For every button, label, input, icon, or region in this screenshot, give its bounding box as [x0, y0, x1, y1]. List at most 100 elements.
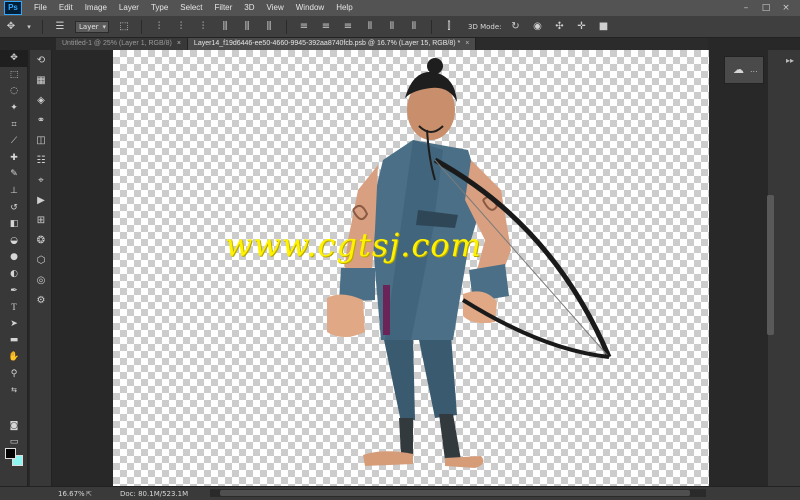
- 3d-scale-icon[interactable]: ■: [596, 20, 612, 34]
- align-bottom-icon[interactable]: ⫶: [195, 20, 211, 34]
- clone-stamp-tool-icon[interactable]: ⊥: [0, 183, 28, 200]
- distribute-center-icon[interactable]: ⦀: [384, 20, 400, 34]
- character-illustration: [327, 58, 612, 468]
- 3d-roll-icon[interactable]: ◉: [530, 20, 546, 34]
- shape-tool-icon[interactable]: ▬: [0, 332, 28, 349]
- distribute-bottom-icon[interactable]: ≡: [340, 20, 356, 34]
- distribute-top-icon[interactable]: ≡: [296, 20, 312, 34]
- 3d-mode-label: 3D Mode:: [468, 22, 502, 31]
- dodge-tool-icon[interactable]: ◐: [0, 266, 28, 283]
- creative-cloud-panel[interactable]: ☁ ...: [724, 56, 764, 84]
- minimize-button[interactable]: –: [740, 2, 752, 14]
- document-tabs: Untitled-1 @ 25% (Layer 1, RGB/8) × Layer…: [56, 38, 708, 50]
- pen-tool-icon[interactable]: ✒: [0, 282, 28, 299]
- 3d-rotate-icon[interactable]: ↻: [508, 20, 524, 34]
- menu-file[interactable]: File: [28, 0, 53, 16]
- actions-panel-icon[interactable]: ▶: [30, 190, 52, 210]
- tab-close-icon[interactable]: ×: [465, 40, 469, 47]
- align-top-icon[interactable]: ⫶: [151, 20, 167, 34]
- color-swatches[interactable]: [5, 448, 25, 468]
- properties-panel-icon[interactable]: ☷: [30, 150, 52, 170]
- tools-panel: ✥ ⬚ ◌ ✦ ⌗ ⟋ ✚ ✎ ⊥ ↺ ◧ ◒ ● ◐ ✒ T ➤ ▬ ✋ ⚲ …: [0, 50, 28, 486]
- crop-tool-icon[interactable]: ⌗: [0, 116, 28, 133]
- collapse-panels-icon[interactable]: ▸▸: [786, 56, 794, 65]
- menu-layer[interactable]: Layer: [113, 0, 145, 16]
- tab-label: Untitled-1 @ 25% (Layer 1, RGB/8): [62, 40, 172, 47]
- 3d-panel-icon[interactable]: ⬡: [30, 250, 52, 270]
- info-panel-icon[interactable]: ⚙: [30, 290, 52, 310]
- menu-window[interactable]: Window: [290, 0, 330, 16]
- tab-layer14[interactable]: Layer14_f19d6446-ee50-4660-9945-392aa874…: [187, 38, 477, 50]
- maximize-button[interactable]: □: [760, 2, 772, 14]
- tool-preset-chevron-icon[interactable]: ▾: [25, 20, 33, 34]
- history-panel-icon[interactable]: ⟲: [30, 50, 52, 70]
- 3d-slide-icon[interactable]: ✛: [574, 20, 590, 34]
- brush-tool-icon[interactable]: ✎: [0, 166, 28, 183]
- magic-wand-tool-icon[interactable]: ✦: [0, 100, 28, 117]
- document-size: Doc: 80.1M/523.1M: [120, 489, 189, 498]
- hand-tool-icon[interactable]: ✋: [0, 349, 28, 366]
- adjustments-panel-icon[interactable]: ◫: [30, 130, 52, 150]
- creative-cloud-icon[interactable]: ☁: [733, 63, 744, 76]
- foreground-color-swatch[interactable]: [5, 448, 16, 459]
- tab-untitled-1[interactable]: Untitled-1 @ 25% (Layer 1, RGB/8) ×: [56, 38, 188, 50]
- menu-edit[interactable]: Edit: [53, 0, 79, 16]
- vertical-scrollbar[interactable]: [767, 195, 774, 335]
- zoom-tool-icon[interactable]: ⚲: [0, 365, 28, 382]
- channels-panel-icon[interactable]: ◎: [30, 270, 52, 290]
- distribute-middle-icon[interactable]: ≡: [318, 20, 334, 34]
- options-bar: ✥ ▾ ☰ Layer ⬚ ⫶ ⫶ ⫶ ⫼ ⫼ ⫼ ≡ ≡ ≡ ⦀ ⦀ ⦀ ⫿ …: [0, 16, 800, 38]
- watermark-text: www.cgtsj.com: [225, 226, 482, 264]
- menu-image[interactable]: Image: [79, 0, 113, 16]
- 3d-pan-icon[interactable]: ✣: [552, 20, 568, 34]
- document-canvas[interactable]: www.cgtsj.com: [113, 50, 709, 486]
- history-brush-tool-icon[interactable]: ↺: [0, 199, 28, 216]
- close-window-button[interactable]: ×: [780, 2, 792, 14]
- menu-3d[interactable]: 3D: [238, 0, 260, 16]
- export-icon[interactable]: ⇱: [86, 490, 98, 498]
- swatches-panel-icon[interactable]: ⊞: [30, 210, 52, 230]
- menu-bar: Ps File Edit Image Layer Type Select Fil…: [0, 0, 800, 16]
- menu-filter[interactable]: Filter: [209, 0, 239, 16]
- zoom-level[interactable]: 16.67%: [58, 490, 85, 498]
- horizontal-scrollbar[interactable]: [210, 489, 706, 497]
- menu-help[interactable]: Help: [330, 0, 358, 16]
- menu-select[interactable]: Select: [174, 0, 208, 16]
- menu-view[interactable]: View: [261, 0, 290, 16]
- align-right-icon[interactable]: ⫼: [261, 20, 277, 34]
- panel-more-label[interactable]: ...: [750, 65, 758, 74]
- eraser-tool-icon[interactable]: ◧: [0, 216, 28, 233]
- quick-mask-icon[interactable]: ◙: [0, 418, 28, 435]
- paint-bucket-tool-icon[interactable]: ◒: [0, 233, 28, 250]
- healing-brush-tool-icon[interactable]: ✚: [0, 150, 28, 167]
- brush-presets-panel-icon[interactable]: ⌖: [30, 170, 52, 190]
- move-tool-icon[interactable]: ✥: [0, 50, 28, 67]
- blur-tool-icon[interactable]: ●: [0, 249, 28, 266]
- styles-panel-icon[interactable]: ❂: [30, 230, 52, 250]
- eyedropper-tool-icon[interactable]: ⟋: [0, 133, 28, 150]
- menu-type[interactable]: Type: [145, 0, 174, 16]
- transform-controls-icon[interactable]: ⬚: [116, 20, 132, 34]
- auto-select-icon[interactable]: ☰: [52, 20, 68, 34]
- path-selection-tool-icon[interactable]: ➤: [0, 316, 28, 333]
- scrollbar-thumb[interactable]: [220, 490, 690, 496]
- align-middle-icon[interactable]: ⫶: [173, 20, 189, 34]
- paths-panel-icon[interactable]: ⚭: [30, 110, 52, 130]
- align-left-icon[interactable]: ⫼: [217, 20, 233, 34]
- layers-panel-icon[interactable]: ◈: [30, 90, 52, 110]
- tab-close-icon[interactable]: ×: [177, 40, 181, 47]
- document-workspace: www.cgtsj.com: [53, 50, 767, 486]
- tab-label: Layer14_f19d6446-ee50-4660-9945-392aa874…: [193, 40, 461, 47]
- color-panel-icon[interactable]: ▦: [30, 70, 52, 90]
- distribute-left-icon[interactable]: ⦀: [362, 20, 378, 34]
- distribute-right-icon[interactable]: ⦀: [406, 20, 422, 34]
- auto-align-icon[interactable]: ⫿: [441, 20, 457, 34]
- auto-select-dropdown[interactable]: Layer: [75, 20, 109, 33]
- move-tool-icon[interactable]: ✥: [3, 20, 19, 34]
- align-center-icon[interactable]: ⫼: [239, 20, 255, 34]
- swap-colors-icon[interactable]: ⇆: [0, 382, 28, 399]
- window-controls: – □ ×: [740, 2, 792, 14]
- lasso-tool-icon[interactable]: ◌: [0, 83, 28, 100]
- marquee-tool-icon[interactable]: ⬚: [0, 67, 28, 84]
- type-tool-icon[interactable]: T: [0, 299, 28, 316]
